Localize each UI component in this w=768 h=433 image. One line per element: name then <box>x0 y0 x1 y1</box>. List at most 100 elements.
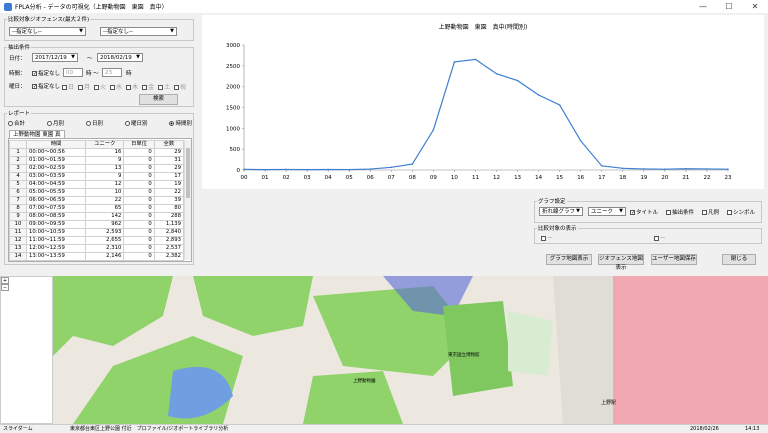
data-point <box>369 168 372 170</box>
dow-checkbox[interactable]: 土 <box>158 82 170 91</box>
table-row[interactable]: 12 11:00〜11:59 2,655 0 2,893 <box>8 236 185 245</box>
table-row[interactable]: 1 00:00〜00:56 16 0 29 <box>8 148 185 157</box>
time-label: 時間： <box>9 71 26 77</box>
compare-combo-1[interactable]: --指定なし-- ▼ <box>9 27 86 36</box>
data-point <box>306 168 308 171</box>
graph-option-checkbox[interactable]: 凡例 <box>702 208 719 216</box>
table-cell: 2,537 <box>153 244 185 253</box>
chart-title: 上野動物園 東園 真中(時間別) <box>439 23 528 31</box>
table-cell: 03:00〜03:59 <box>26 172 87 181</box>
data-point <box>348 168 351 171</box>
graph-option-label: 抽出条件 <box>672 210 695 216</box>
scrollbar-thumb[interactable] <box>186 148 190 198</box>
dow-checkbox[interactable]: 金 <box>142 82 154 91</box>
table-cell: 2,655 <box>85 236 125 245</box>
graph-map-button[interactable]: グラフ地図表示 <box>546 254 592 265</box>
search-button[interactable]: 検索 <box>139 94 178 105</box>
report-radio[interactable]: 時間別 <box>169 119 192 127</box>
table-scrollbar[interactable] <box>184 140 191 260</box>
graph-option-checkbox[interactable]: ✓タイトル <box>630 208 658 216</box>
report-radio[interactable]: 日別 <box>85 119 103 127</box>
time-from-combo[interactable]: 00 <box>63 68 83 77</box>
table-cell: 80 <box>153 204 185 213</box>
report-radio[interactable]: 曜日別 <box>124 119 147 127</box>
measure-combo[interactable]: ユニーク ▼ <box>588 207 626 216</box>
table-cell: 2,893 <box>153 236 185 245</box>
table-row[interactable]: 4 03:00〜03:59 9 0 17 <box>8 172 185 181</box>
dow-label-text: 土 <box>164 84 171 91</box>
dow-checkbox[interactable]: 日 <box>62 82 74 91</box>
graph-option-label: 凡例 <box>708 210 720 216</box>
compare-display-item-2[interactable]: ー <box>654 234 666 242</box>
close-window-button[interactable]: ✕ <box>742 0 768 13</box>
x-tick-label: 21 <box>682 175 689 181</box>
maximize-button[interactable]: ☐ <box>716 0 742 13</box>
table-cell: 0 <box>123 244 155 253</box>
table-row[interactable]: 11 10:00〜10:59 2,593 0 2,840 <box>8 228 185 237</box>
table-row[interactable]: 6 05:00〜05:59 10 0 22 <box>8 188 185 197</box>
table-row[interactable]: 8 07:00〜07:59 65 0 80 <box>8 204 185 213</box>
table-row[interactable]: 14 13:00〜13:59 2,146 0 2,382 <box>8 252 185 261</box>
table-column-header[interactable]: ユニーク <box>85 140 125 149</box>
data-point <box>495 72 498 75</box>
dow-checkbox[interactable]: 水 <box>110 82 122 91</box>
x-tick-label: 04 <box>325 175 332 181</box>
table-row[interactable]: 9 08:00〜08:59 142 0 288 <box>8 212 185 221</box>
extract-group-label: 抽出条件 <box>7 43 32 51</box>
dow-checkbox[interactable]: 火 <box>94 82 106 91</box>
time-unspec-checkbox[interactable]: ✓指定なし <box>32 69 60 77</box>
table-column-header[interactable]: 時間 <box>26 140 87 149</box>
dow-unspec-checkbox[interactable]: ✓指定なし <box>32 82 60 90</box>
dow-checkbox[interactable]: 祝 <box>174 82 186 91</box>
date-from-value: 2017/12/19 <box>35 55 67 61</box>
table-cell: 2 <box>8 156 28 165</box>
radio-label: 合計 <box>14 121 26 127</box>
table-cell: 0 <box>123 204 155 213</box>
table-cell: 06:00〜06:59 <box>26 196 87 205</box>
geofence-map-button[interactable]: ジオフェンス地図表示 <box>598 254 644 271</box>
minimize-button[interactable]: — <box>690 0 716 13</box>
compare-display-item-1[interactable]: ー <box>541 234 553 242</box>
table-cell: 65 <box>85 204 125 213</box>
chart-panel: 上野動物園 東園 真中(時間別) 0 500 1000 1500 2000 2500 300… <box>202 15 764 189</box>
checkbox-icon <box>666 210 672 215</box>
date-to-picker[interactable]: 2018/02/19 ▼ <box>97 53 143 62</box>
table-cell: 29 <box>153 148 185 157</box>
report-radio[interactable]: 月別 <box>46 119 64 127</box>
compare-combo-2[interactable]: --指定なし-- ▼ <box>100 27 177 36</box>
map-side-panel: + − <box>0 276 53 424</box>
table-cell: 9 <box>85 172 125 181</box>
graph-type-combo[interactable]: 折れ線グラフ ▼ <box>539 207 583 216</box>
table-column-header[interactable]: 日単位 <box>123 140 155 149</box>
table-row[interactable]: 7 06:00〜06:59 22 0 39 <box>8 196 185 205</box>
table-row[interactable]: 13 12:00〜12:59 2,310 0 2,537 <box>8 244 185 253</box>
table-row[interactable]: 3 02:00〜02:59 13 0 29 <box>8 164 185 173</box>
table-column-header[interactable]: 全数 <box>153 140 185 149</box>
chevron-down-icon: ▼ <box>136 54 140 60</box>
close-button[interactable]: 閉じる <box>722 254 756 265</box>
graph-option-checkbox[interactable]: 抽出条件 <box>666 208 694 216</box>
table-cell: 09:00〜09:59 <box>26 220 87 229</box>
report-radio[interactable]: 合計 <box>8 119 25 127</box>
table-row[interactable]: 2 01:00〜01:59 9 0 31 <box>8 156 185 165</box>
table-row[interactable]: 10 09:00〜09:59 962 0 1,139 <box>8 220 185 229</box>
dow-checkbox[interactable]: 月 <box>78 82 90 91</box>
user-map-button[interactable]: ユーザー地図保存 <box>651 254 697 265</box>
radio-label: 月別 <box>52 121 64 127</box>
zoom-in-button[interactable]: + <box>1 277 9 284</box>
compare-combo-1-value: --指定なし-- <box>12 29 42 35</box>
line-chart: 上野動物園 東園 真中(時間別) 05001000150020002500300… <box>226 23 732 181</box>
data-point <box>621 167 624 170</box>
dow-checkbox[interactable]: 木 <box>126 82 138 91</box>
checkbox-icon <box>94 85 100 90</box>
dow-label-text: 木 <box>132 84 139 91</box>
map-view[interactable]: 上野駅 東京国立博物館 上野動物園 <box>53 276 768 424</box>
table-cell: 0 <box>123 148 155 157</box>
graph-option-checkbox[interactable]: シンボル <box>727 208 755 216</box>
date-from-picker[interactable]: 2017/12/19 ▼ <box>32 53 78 62</box>
time-to-combo[interactable]: 23 <box>102 68 122 77</box>
zoom-out-button[interactable]: − <box>1 284 9 291</box>
table-row[interactable]: 5 04:00〜04:59 12 0 19 <box>8 180 185 189</box>
table-cell: 0 <box>123 236 155 245</box>
compare-display-label: 比較対象の表示 <box>537 224 578 232</box>
